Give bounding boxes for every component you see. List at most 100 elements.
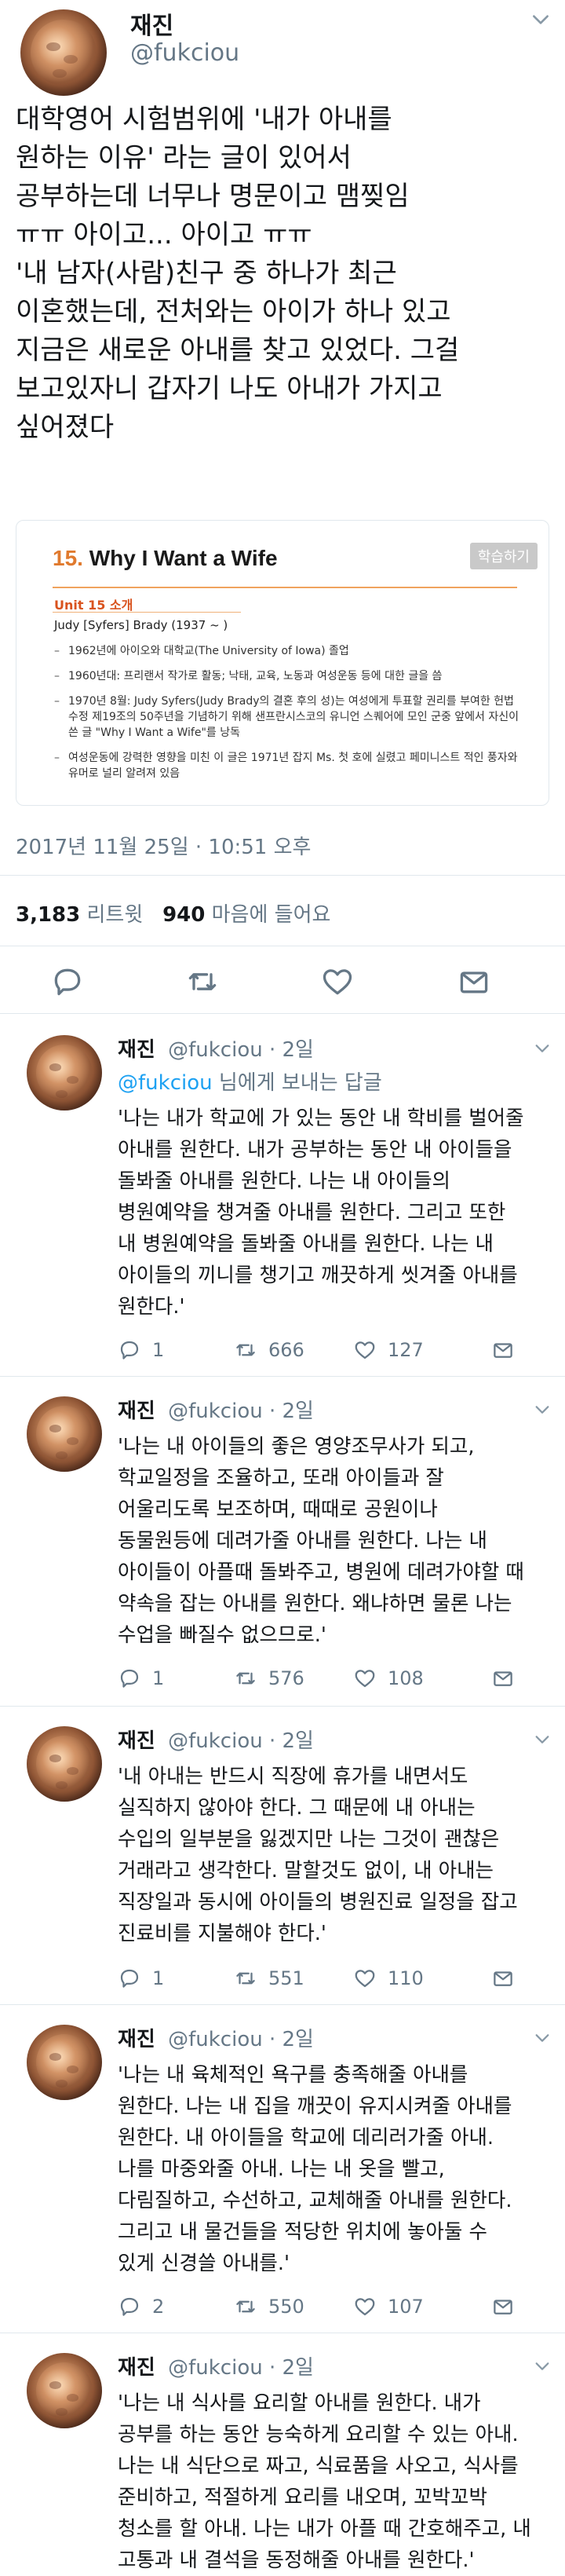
reply-action[interactable]: 2 [118, 2293, 164, 2320]
card-title-text: Why I Want a Wife [89, 546, 278, 570]
heart-icon[interactable] [353, 1338, 377, 1362]
chevron-down-icon[interactable] [534, 1401, 551, 1418]
reply-actions: 1 576 108 [118, 1665, 557, 1696]
heart-icon[interactable] [320, 964, 355, 999]
author-handle-time[interactable]: @fukciou · 2일 [168, 2356, 314, 2380]
share-icon[interactable] [491, 2295, 515, 2318]
retweet-icon[interactable] [234, 1967, 257, 1990]
reply-action[interactable]: 1 [118, 1965, 164, 1992]
reply-header: 재진 @fukciou · 2일 [118, 1725, 314, 1754]
retweet-label[interactable]: 리트윗 [87, 903, 144, 927]
like-action[interactable]: 107 [353, 2293, 424, 2320]
reply-action[interactable]: 1 [118, 1337, 164, 1363]
author-name[interactable]: 재진 [118, 1038, 155, 1062]
like-label[interactable]: 마음에 들어요 [212, 903, 331, 927]
reply-header: 재진 @fukciou · 2일 [118, 2023, 314, 2052]
retweet-icon[interactable] [234, 1667, 257, 1690]
author-handle-time[interactable]: @fukciou · 2일 [168, 1400, 314, 1423]
retweet-count: 576 [268, 1667, 304, 1689]
avatar[interactable] [27, 2353, 102, 2428]
author-handle-time[interactable]: @fukciou · 2일 [168, 2028, 314, 2051]
retweet-action[interactable]: 550 [234, 2293, 304, 2320]
author-handle[interactable]: @fukciou [130, 39, 239, 67]
reply-actions: 1 666 127 [118, 1337, 557, 1368]
retweet-icon[interactable] [234, 2295, 257, 2318]
reply-count: 1 [152, 1667, 165, 1689]
author-name[interactable]: 재진 [118, 1400, 155, 1423]
reply-to: @fukciou 님에게 보내는 답글 [118, 1067, 382, 1096]
retweet-icon[interactable] [185, 964, 220, 999]
reply-header: 재진 @fukciou · 2일 [118, 1395, 314, 1424]
card-tag: 학습하기 [469, 543, 538, 569]
retweet-action[interactable]: 576 [234, 1665, 304, 1692]
reply-icon[interactable] [118, 1338, 141, 1362]
reply-count: 1 [152, 1339, 165, 1361]
reply-header: 재진 @fukciou · 2일 [118, 1034, 314, 1063]
author-name[interactable]: 재진 [118, 2356, 155, 2380]
tweet-timestamp[interactable]: 2017년 11월 25일 · 10:51 오후 [16, 831, 311, 860]
attached-image[interactable]: 15. Why I Want a Wife 학습하기 Unit 15 소개 Ju… [16, 520, 549, 806]
card-list-item: 여성운동에 강력한 영향을 미친 이 글은 1971년 잡지 Ms. 첫 호에 … [54, 750, 525, 781]
tweet-stats: 3,183 리트윗 940 마음에 들어요 [16, 898, 330, 928]
retweet-action[interactable]: 551 [234, 1965, 304, 1992]
share-action[interactable] [491, 1337, 526, 1363]
share-icon[interactable] [491, 1338, 515, 1362]
like-action[interactable]: 127 [353, 1337, 424, 1363]
reply-text: '나는 내 식사를 요리할 아내를 원한다. 내가 공부를 하는 동안 능숙하게… [118, 2391, 531, 2572]
reply-icon[interactable] [50, 964, 85, 999]
avatar[interactable] [20, 9, 107, 96]
chevron-down-icon[interactable] [530, 9, 551, 30]
avatar[interactable] [27, 1726, 102, 1802]
share-icon[interactable] [491, 1967, 515, 1990]
avatar[interactable] [27, 1396, 102, 1472]
heart-icon[interactable] [353, 2295, 377, 2318]
heart-icon[interactable] [353, 1967, 377, 1990]
chevron-down-icon[interactable] [534, 2029, 551, 2047]
divider [0, 1706, 565, 1707]
card-list-item: 1970년 8월: Judy Syfers(Judy Brady의 결혼 후의 … [54, 693, 525, 741]
author-handle-time[interactable]: @fukciou · 2일 [168, 1038, 314, 1062]
reply-header: 재진 @fukciou · 2일 [118, 2351, 314, 2380]
chevron-down-icon[interactable] [534, 1040, 551, 1057]
like-action[interactable]: 108 [353, 1665, 424, 1692]
share-action[interactable] [491, 1965, 526, 1992]
retweet-count: 551 [268, 1967, 304, 1989]
divider [0, 1376, 565, 1377]
like-count: 107 [388, 2296, 424, 2318]
divider [0, 1013, 565, 1014]
retweet-count[interactable]: 3,183 [16, 903, 80, 927]
retweet-icon[interactable] [234, 1338, 257, 1362]
card-unit-underline [53, 612, 241, 613]
reply-actions: 1 551 110 [118, 1965, 557, 1996]
share-icon[interactable] [457, 964, 491, 999]
reply-count: 1 [152, 1967, 165, 1989]
author-name[interactable]: 재진 [118, 1729, 155, 1753]
reply-to-mention[interactable]: @fukciou [118, 1071, 213, 1095]
chevron-down-icon[interactable] [534, 2358, 551, 2375]
chevron-down-icon[interactable] [534, 1731, 551, 1748]
avatar[interactable] [27, 1035, 102, 1111]
share-icon[interactable] [491, 1667, 515, 1690]
card-author: Judy [Syfers] Brady (1937 ~ ) [54, 618, 228, 632]
like-action[interactable]: 110 [353, 1965, 424, 1992]
like-count[interactable]: 940 [162, 903, 205, 927]
like-count: 108 [388, 1667, 424, 1689]
reply-count: 2 [152, 2296, 165, 2318]
reply-icon[interactable] [118, 2295, 141, 2318]
retweet-count: 550 [268, 2296, 304, 2318]
reply-icon[interactable] [118, 1667, 141, 1690]
card-title: 15. Why I Want a Wife [53, 546, 278, 571]
retweet-action[interactable]: 666 [234, 1337, 304, 1363]
reply-action[interactable]: 1 [118, 1665, 164, 1692]
author-handle-time[interactable]: @fukciou · 2일 [168, 1729, 314, 1753]
reply-to-label: 님에게 보내는 답글 [212, 1071, 382, 1095]
share-action[interactable] [491, 1665, 526, 1692]
reply-icon[interactable] [118, 1967, 141, 1990]
share-action[interactable] [491, 2293, 526, 2320]
like-count: 110 [388, 1967, 424, 1989]
avatar[interactable] [27, 2025, 102, 2100]
author-name[interactable]: 재진 [118, 2028, 155, 2051]
author-name[interactable]: 재진 [130, 6, 173, 41]
card-list: 1962년에 아이오와 대학교(The University of Iowa) … [54, 643, 525, 791]
heart-icon[interactable] [353, 1667, 377, 1690]
